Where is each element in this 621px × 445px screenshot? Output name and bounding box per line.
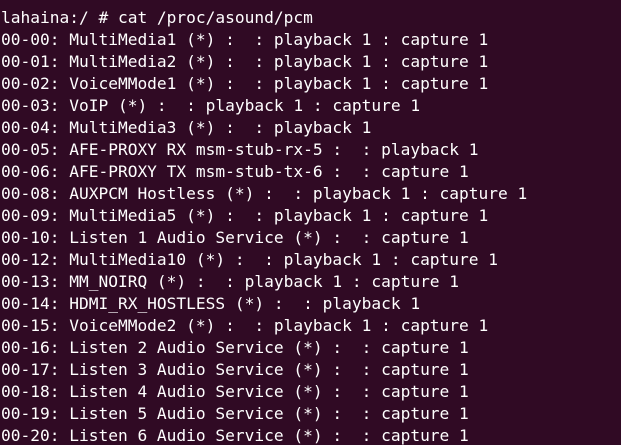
pcm-line-00-17: 00-17: Listen 3 Audio Service (*) : : ca… — [1, 360, 469, 379]
terminal-window[interactable]: lahaina:/ # cat /proc/asound/pcm 00-00: … — [0, 0, 621, 445]
pcm-line-00-13: 00-13: MM_NOIRQ (*) : : playback 1 : cap… — [1, 272, 460, 291]
pcm-line-00-03: 00-03: VoIP (*) : : playback 1 : capture… — [1, 96, 421, 115]
pcm-line-00-02: 00-02: VoiceMMode1 (*) : : playback 1 : … — [1, 74, 489, 93]
pcm-line-00-18: 00-18: Listen 4 Audio Service (*) : : ca… — [1, 382, 469, 401]
terminal-prompt-line: lahaina:/ # cat /proc/asound/pcm — [1, 8, 313, 27]
terminal-output: lahaina:/ # cat /proc/asound/pcm 00-00: … — [1, 7, 619, 445]
pcm-line-00-19: 00-19: Listen 5 Audio Service (*) : : ca… — [1, 404, 469, 423]
pcm-line-00-01: 00-01: MultiMedia2 (*) : : playback 1 : … — [1, 52, 489, 71]
pcm-line-00-00: 00-00: MultiMedia1 (*) : : playback 1 : … — [1, 30, 489, 49]
pcm-line-00-14: 00-14: HDMI_RX_HOSTLESS (*) : : playback… — [1, 294, 421, 313]
pcm-line-00-15: 00-15: VoiceMMode2 (*) : : playback 1 : … — [1, 316, 489, 335]
pcm-line-00-04: 00-04: MultiMedia3 (*) : : playback 1 — [1, 118, 372, 137]
pcm-line-00-09: 00-09: MultiMedia5 (*) : : playback 1 : … — [1, 206, 489, 225]
pcm-line-00-05: 00-05: AFE-PROXY RX msm-stub-rx-5 : : pl… — [1, 140, 479, 159]
pcm-line-00-12: 00-12: MultiMedia10 (*) : : playback 1 :… — [1, 250, 499, 269]
pcm-line-00-20: 00-20: Listen 6 Audio Service (*) : : ca… — [1, 426, 469, 445]
pcm-line-00-06: 00-06: AFE-PROXY TX msm-stub-tx-6 : : ca… — [1, 162, 469, 181]
pcm-line-00-08: 00-08: AUXPCM Hostless (*) : : playback … — [1, 184, 528, 203]
pcm-line-00-16: 00-16: Listen 2 Audio Service (*) : : ca… — [1, 338, 469, 357]
pcm-line-00-10: 00-10: Listen 1 Audio Service (*) : : ca… — [1, 228, 469, 247]
